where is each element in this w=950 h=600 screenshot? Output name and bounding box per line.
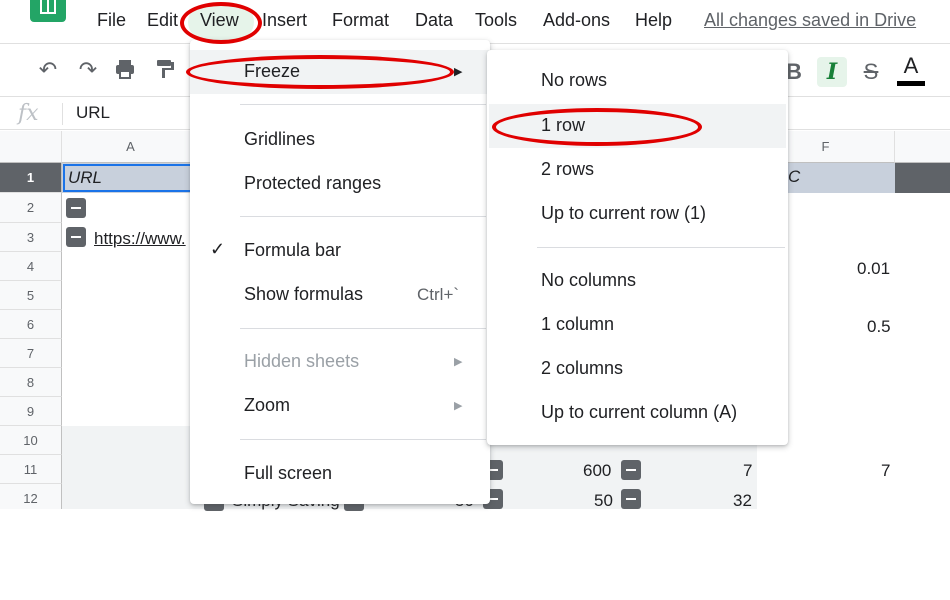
row-3-collapse-icon[interactable]	[66, 227, 86, 247]
paint-format-icon[interactable]	[152, 57, 178, 83]
menu-file[interactable]: File	[97, 10, 126, 31]
menu-item-show-formulas[interactable]: Show formulas Ctrl+`	[190, 273, 490, 315]
freeze-up-to-current-column[interactable]: Up to current column (A)	[487, 392, 788, 434]
strikethrough-button[interactable]: S	[856, 57, 886, 87]
freeze-no-columns[interactable]: No columns	[487, 260, 788, 302]
row-header-7[interactable]: 7	[0, 339, 62, 368]
menu-item-show-formulas-label: Show formulas	[244, 284, 364, 304]
freeze-no-rows[interactable]: No rows	[487, 60, 788, 102]
redo-icon[interactable]: ↷	[75, 57, 101, 83]
cell-a3-link[interactable]: https://www.	[94, 229, 186, 249]
menu-item-full-screen-label: Full screen	[244, 463, 333, 483]
row-2-collapse-icon[interactable]	[66, 198, 86, 218]
undo-icon[interactable]: ↶	[35, 57, 61, 83]
row-header-9[interactable]: 9	[0, 397, 62, 426]
view-menu-dropdown: Freeze ▶ Gridlines Protected ranges ✓ Fo…	[190, 40, 490, 504]
cell-a1[interactable]: URL	[63, 164, 193, 192]
annotation-circle-1-row	[492, 108, 702, 146]
cell-d12[interactable]: 50	[594, 491, 613, 511]
freeze-2-columns-label: 2 columns	[541, 358, 624, 378]
menu-insert[interactable]: Insert	[262, 10, 307, 31]
row-header-12[interactable]: 12	[0, 484, 62, 509]
menu-help[interactable]: Help	[635, 10, 672, 31]
formula-separator	[62, 103, 63, 125]
annotation-circle-view	[180, 2, 262, 44]
row-header-3[interactable]: 3	[0, 223, 62, 252]
cell-f11[interactable]: 7	[881, 461, 890, 481]
row-12-collapse-icon-d[interactable]	[621, 489, 641, 509]
print-icon[interactable]	[112, 57, 138, 83]
shortcut-label: Ctrl+`	[417, 285, 460, 304]
menu-item-formula-bar-label: Formula bar	[244, 240, 342, 260]
menu-edit[interactable]: Edit	[147, 10, 178, 31]
menu-divider	[240, 439, 486, 440]
menu-item-gridlines-label: Gridlines	[244, 129, 316, 149]
menu-item-protected-ranges-label: Protected ranges	[244, 173, 382, 193]
menu-divider	[240, 216, 486, 217]
menu-bar: File Edit View Insert Format Data Tools …	[0, 0, 950, 44]
column-header-g[interactable]	[895, 131, 950, 163]
submenu-arrow-icon: ▶	[454, 66, 463, 78]
row-header-1[interactable]: 1	[0, 163, 62, 193]
italic-button[interactable]: I	[817, 57, 847, 87]
freeze-1-column[interactable]: 1 column	[487, 304, 788, 346]
menu-item-hidden-sheets: Hidden sheets ▶	[190, 340, 490, 382]
freeze-2-columns[interactable]: 2 columns	[487, 348, 788, 390]
freeze-up-to-current-column-label: Up to current column (A)	[541, 402, 738, 422]
freeze-2-rows[interactable]: 2 rows	[487, 149, 788, 191]
save-status-link[interactable]: All changes saved in Drive	[704, 10, 916, 31]
cell-f4[interactable]: 0.01	[857, 259, 890, 279]
menu-addons[interactable]: Add-ons	[543, 10, 610, 31]
row-header-8[interactable]: 8	[0, 368, 62, 397]
menu-tools[interactable]: Tools	[475, 10, 517, 31]
row-header-5[interactable]: 5	[0, 281, 62, 310]
text-color-swatch	[897, 81, 925, 86]
menu-data[interactable]: Data	[415, 10, 453, 31]
freeze-2-rows-label: 2 rows	[541, 159, 595, 179]
select-all-corner[interactable]	[0, 131, 62, 163]
menu-item-full-screen[interactable]: Full screen	[190, 452, 490, 494]
freeze-1-column-label: 1 column	[541, 314, 615, 334]
menu-item-formula-bar[interactable]: ✓ Formula bar	[190, 229, 490, 271]
menu-item-zoom-label: Zoom	[244, 395, 291, 415]
cell-e11[interactable]: 7	[743, 461, 752, 481]
row-header-4[interactable]: 4	[0, 252, 62, 281]
submenu-arrow-icon: ▶	[454, 400, 463, 412]
cell-f1[interactable]: C	[788, 167, 800, 187]
menu-item-protected-ranges[interactable]: Protected ranges	[190, 162, 490, 204]
annotation-circle-freeze	[186, 55, 454, 89]
fx-icon: fx	[18, 101, 39, 126]
menu-item-gridlines[interactable]: Gridlines	[190, 118, 490, 160]
row-header-6[interactable]: 6	[0, 310, 62, 339]
check-icon: ✓	[210, 239, 226, 259]
row-header-10[interactable]: 10	[0, 426, 62, 455]
row-header-2[interactable]: 2	[0, 193, 62, 223]
cell-e12[interactable]: 32	[733, 491, 752, 511]
row-header-11[interactable]: 11	[0, 455, 62, 484]
freeze-up-to-current-row-label: Up to current row (1)	[541, 203, 707, 223]
menu-format[interactable]: Format	[332, 10, 389, 31]
submenu-arrow-icon: ▶	[454, 356, 463, 368]
formula-input[interactable]: URL	[76, 103, 110, 123]
menu-divider	[537, 247, 785, 248]
menu-divider	[240, 104, 486, 105]
freeze-up-to-current-row[interactable]: Up to current row (1)	[487, 193, 788, 235]
menu-item-hidden-sheets-label: Hidden sheets	[244, 351, 360, 371]
row-11-collapse-icon-d[interactable]	[621, 460, 641, 480]
sheets-logo-grid	[40, 0, 56, 14]
menu-item-zoom[interactable]: Zoom ▶	[190, 384, 490, 426]
freeze-no-columns-label: No columns	[541, 270, 637, 290]
text-color-button[interactable]: A	[896, 51, 926, 81]
row-1-highlight-edge	[895, 163, 950, 193]
freeze-no-rows-label: No rows	[541, 70, 608, 90]
cell-f6[interactable]: 0.5	[867, 317, 891, 337]
cell-d11[interactable]: 600	[583, 461, 611, 481]
menu-divider	[240, 328, 486, 329]
column-header-a[interactable]: A	[62, 131, 200, 163]
